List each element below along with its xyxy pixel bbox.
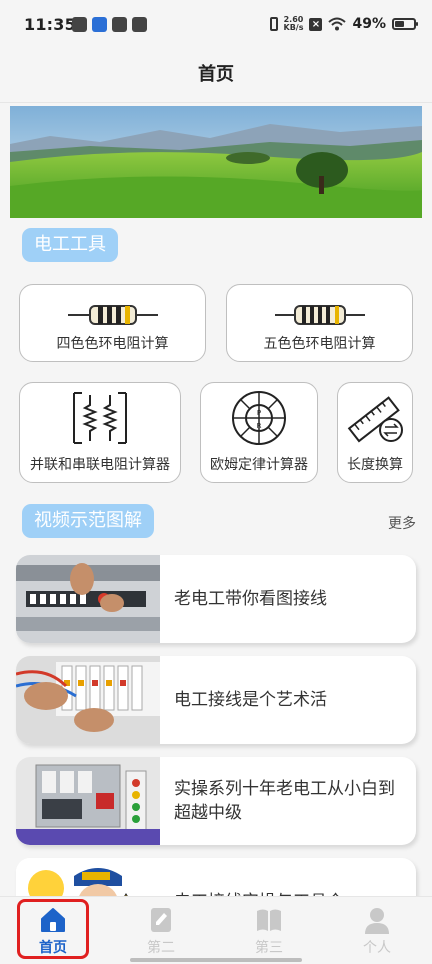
ruler-convert-icon: [338, 387, 412, 449]
more-link[interactable]: 更多: [388, 513, 416, 533]
nav-label: 第三: [255, 940, 283, 956]
nav-label: 个人: [363, 940, 391, 956]
video-card[interactable]: 电工接线是个艺术活: [16, 656, 416, 744]
network-speed: 2.60 KB/s: [283, 15, 304, 32]
notification-icons: [72, 17, 147, 32]
app-notification-icon: [72, 17, 87, 32]
app-notification-icon: [132, 17, 147, 32]
sim-off-icon: ×: [309, 17, 323, 31]
video-card[interactable]: 实操系列十年老电工从小白到超越中级: [16, 757, 416, 845]
wifi-icon: [328, 17, 347, 31]
status-time: 11:35: [24, 15, 76, 34]
person-icon: [337, 907, 417, 935]
tool-card-resistor-5band[interactable]: 五色色环电阻计算: [226, 284, 413, 362]
battery-icon: [392, 18, 418, 30]
header-divider: [0, 102, 432, 103]
app-header: 首页: [0, 52, 432, 102]
app-notification-icon: [112, 17, 127, 32]
tool-card-resistor-4band[interactable]: 四色色环电阻计算: [19, 284, 206, 362]
tool-label: 四色色环电阻计算: [56, 336, 169, 352]
resistor-5band-icon: [227, 291, 412, 339]
gesture-bar[interactable]: [130, 958, 302, 962]
banner-image[interactable]: [10, 106, 422, 218]
tool-card-parallel-series[interactable]: 并联和串联电阻计算器: [19, 382, 181, 483]
video-thumbnail: [16, 757, 160, 845]
video-thumbnail: [16, 555, 160, 643]
resistor-4band-icon: [20, 291, 205, 339]
battery-percent: 49%: [352, 16, 386, 32]
ohms-law-wheel-icon: P R: [201, 387, 317, 449]
video-title: 电工接线是个艺术活: [174, 690, 327, 710]
tool-label: 五色色环电阻计算: [263, 336, 376, 352]
tool-label: 并联和串联电阻计算器: [30, 457, 170, 473]
tool-card-length-convert[interactable]: 长度换算: [337, 382, 413, 483]
video-title: 实操系列十年老电工从小白到超越中级: [174, 779, 395, 823]
home-highlight-frame: [17, 899, 89, 959]
tool-card-ohms-law[interactable]: P R 欧姆定律计算器: [200, 382, 318, 483]
nav-item-second[interactable]: 第二: [121, 897, 201, 961]
nav-label: 第二: [147, 940, 175, 956]
tool-label: 长度换算: [347, 457, 403, 473]
page-title: 首页: [198, 64, 234, 85]
nav-item-profile[interactable]: 个人: [337, 897, 417, 961]
parallel-series-icon: [20, 387, 180, 449]
tool-label: 欧姆定律计算器: [210, 457, 308, 473]
nav-item-third[interactable]: 第三: [229, 897, 309, 961]
section-title-videos: 视频示范图解: [22, 504, 154, 538]
book-icon: [229, 907, 309, 935]
vibrate-icon: [269, 17, 278, 31]
section-title-tools: 电工工具: [22, 228, 118, 262]
status-bar: 11:35 2.60 KB/s × 49%: [0, 0, 432, 52]
video-card[interactable]: 老电工带你看图接线: [16, 555, 416, 643]
app-notification-icon: [92, 17, 107, 32]
svg-text:P: P: [257, 409, 261, 417]
svg-text:R: R: [257, 422, 262, 430]
video-title: 老电工带你看图接线: [174, 589, 327, 609]
video-thumbnail: [16, 656, 160, 744]
document-edit-icon: [121, 907, 201, 935]
status-right: 2.60 KB/s × 49%: [269, 15, 418, 32]
